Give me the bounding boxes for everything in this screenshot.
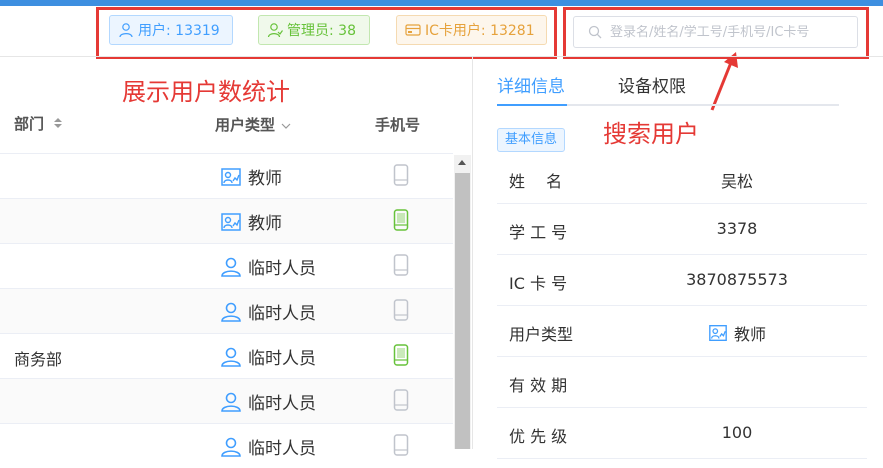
user-type-label: 临时人员	[248, 439, 316, 459]
phone-icon	[393, 434, 409, 456]
tab-device-permissions[interactable]: 设备权限	[618, 72, 686, 97]
field-label: 姓 名	[509, 172, 563, 191]
phone-icon	[393, 344, 409, 366]
user-type-label: 临时人员	[248, 304, 316, 324]
panel-divider	[472, 57, 473, 449]
stats-annotation: 展示用户数统计	[122, 78, 290, 106]
teacher-icon	[709, 325, 727, 341]
table-row[interactable]: 临时人员	[0, 378, 453, 423]
dept-header[interactable]: 部门	[14, 113, 63, 134]
table-row[interactable]: 教师	[0, 198, 453, 243]
chevron-down-icon[interactable]	[281, 122, 291, 130]
user-type-label: 教师	[248, 169, 282, 189]
section-badge: 基本信息	[497, 128, 566, 152]
user-type-value: 教师	[733, 325, 766, 344]
field-label: 用户类型	[509, 325, 574, 344]
user-icon	[221, 437, 241, 457]
dept-cell: 商务部	[14, 350, 63, 369]
table-scrollbar-thumb[interactable]	[455, 173, 470, 449]
user-type-label: 临时人员	[248, 349, 316, 369]
phone-header: 手机号	[375, 116, 421, 134]
header-divider	[0, 56, 883, 57]
field-value: 3378	[716, 219, 758, 238]
table-row[interactable]: 临时人员	[0, 288, 453, 333]
field-value: 100	[721, 423, 753, 442]
teacher-icon	[221, 212, 241, 231]
tab-details[interactable]: 详细信息	[497, 72, 565, 97]
sort-icon[interactable]	[53, 117, 63, 129]
annotation-arrow	[710, 52, 738, 111]
user-type-cell: 教师	[220, 164, 282, 189]
stats-highlight-box	[96, 7, 557, 59]
detail-row-ic-card: IC 卡 号 3870875573	[497, 255, 867, 306]
user-type-label: 教师	[248, 214, 282, 234]
detail-row-name: 姓 名 吴松	[497, 153, 867, 204]
field-value: 吴松	[720, 172, 753, 191]
dept-header-label: 部门	[14, 115, 45, 133]
table-row[interactable]: 临时人员	[0, 243, 453, 288]
user-type-header-label: 用户类型	[215, 116, 276, 134]
detail-row-id: 学 工 号 3378	[497, 204, 867, 255]
scroll-up-icon[interactable]	[458, 160, 466, 165]
user-type-cell: 教师	[220, 209, 282, 234]
field-value: 教师	[637, 321, 837, 345]
field-label: IC 卡 号	[509, 274, 568, 293]
user-icon	[221, 392, 241, 412]
search-annotation: 搜索用户	[603, 120, 699, 148]
field-value: 3870875573	[686, 270, 788, 289]
detail-row-priority: 优 先 级 100	[497, 408, 867, 459]
detail-row-user-type: 用户类型 教师	[497, 306, 867, 357]
user-type-cell: 临时人员	[220, 254, 316, 279]
phone-icon	[393, 299, 409, 321]
user-type-cell: 临时人员	[220, 389, 316, 414]
detail-row-validity: 有 效 期	[497, 357, 867, 408]
field-label: 学 工 号	[509, 223, 568, 242]
phone-icon	[393, 209, 409, 231]
user-type-cell: 临时人员	[220, 299, 316, 324]
user-type-header[interactable]: 用户类型	[215, 114, 291, 135]
teacher-icon	[221, 167, 241, 186]
table-row[interactable]: 临时人员	[0, 423, 453, 468]
user-icon	[221, 347, 241, 367]
user-icon	[221, 302, 241, 322]
user-type-label: 临时人员	[248, 259, 316, 279]
user-type-cell: 临时人员	[220, 434, 316, 459]
table-row[interactable]: 商务部 临时人员	[0, 333, 453, 378]
user-type-cell: 临时人员	[220, 344, 316, 369]
tab-active-indicator	[497, 104, 567, 106]
user-icon	[221, 257, 241, 277]
phone-icon	[393, 164, 409, 186]
phone-icon	[393, 389, 409, 411]
table-row[interactable]: 教师	[0, 153, 453, 198]
field-label: 有 效 期	[509, 376, 568, 395]
field-label: 优 先 级	[509, 427, 568, 446]
phone-icon	[393, 254, 409, 276]
user-type-label: 临时人员	[248, 394, 316, 414]
